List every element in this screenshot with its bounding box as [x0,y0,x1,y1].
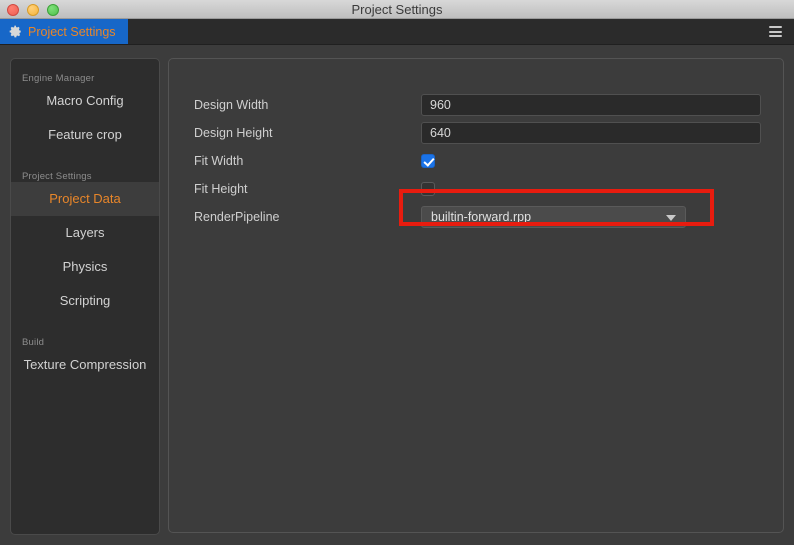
label-design-height: Design Height [194,126,273,140]
field-row-render-pipeline: RenderPipeline builtin-forward.rpp [169,206,785,228]
sidebar-item-physics[interactable]: Physics [11,250,159,284]
sidebar-item-feature-crop[interactable]: Feature crop [11,118,159,152]
fit-width-checkbox[interactable] [421,154,435,168]
field-row-design-height: Design Height [169,122,785,144]
label-fit-width: Fit Width [194,154,244,168]
design-width-input[interactable] [421,94,761,116]
design-height-input[interactable] [421,122,761,144]
tab-project-settings[interactable]: Project Settings [0,19,128,44]
window-titlebar: Project Settings [0,0,794,19]
sidebar-item-project-data[interactable]: Project Data [11,182,159,216]
field-render-pipeline: builtin-forward.rpp [421,206,686,228]
field-row-fit-width: Fit Width [169,150,785,172]
render-pipeline-value: builtin-forward.rpp [431,210,532,224]
minimize-button[interactable] [27,4,39,16]
traffic-light-group [7,4,59,16]
content-area: Engine Manager Macro Config Feature crop… [0,46,794,545]
label-fit-height: Fit Height [194,182,248,196]
sidebar-item-layers[interactable]: Layers [11,216,159,250]
sidebar-section-project-settings: Project Settings [22,171,92,182]
chevron-down-icon [666,215,676,221]
gear-icon [9,25,22,38]
settings-panel: Design Width Design Height Fit Width [168,58,784,533]
sidebar-item-macro-config[interactable]: Macro Config [11,84,159,118]
sidebar-item-texture-compression[interactable]: Texture Compression [11,348,159,382]
field-design-width [421,94,761,116]
tab-label: Project Settings [28,24,116,39]
field-fit-height [421,178,435,196]
label-render-pipeline: RenderPipeline [194,210,280,224]
tab-bar: Project Settings [0,19,794,45]
field-row-fit-height: Fit Height [169,178,785,200]
window-title: Project Settings [351,2,443,17]
field-row-design-width: Design Width [169,94,785,116]
sidebar-section-engine-manager: Engine Manager [22,73,95,84]
sidebar-item-scripting[interactable]: Scripting [11,284,159,318]
field-design-height [421,122,761,144]
hamburger-menu-icon[interactable] [769,26,782,37]
maximize-button[interactable] [47,4,59,16]
fit-height-checkbox[interactable] [421,182,435,196]
field-fit-width [421,150,435,168]
render-pipeline-dropdown[interactable]: builtin-forward.rpp [421,206,686,228]
close-button[interactable] [7,4,19,16]
sidebar-section-build: Build [22,337,45,348]
settings-sidebar: Engine Manager Macro Config Feature crop… [10,58,160,535]
project-settings-window: Project Settings Project Settings Engine… [0,0,794,545]
label-design-width: Design Width [194,98,269,112]
